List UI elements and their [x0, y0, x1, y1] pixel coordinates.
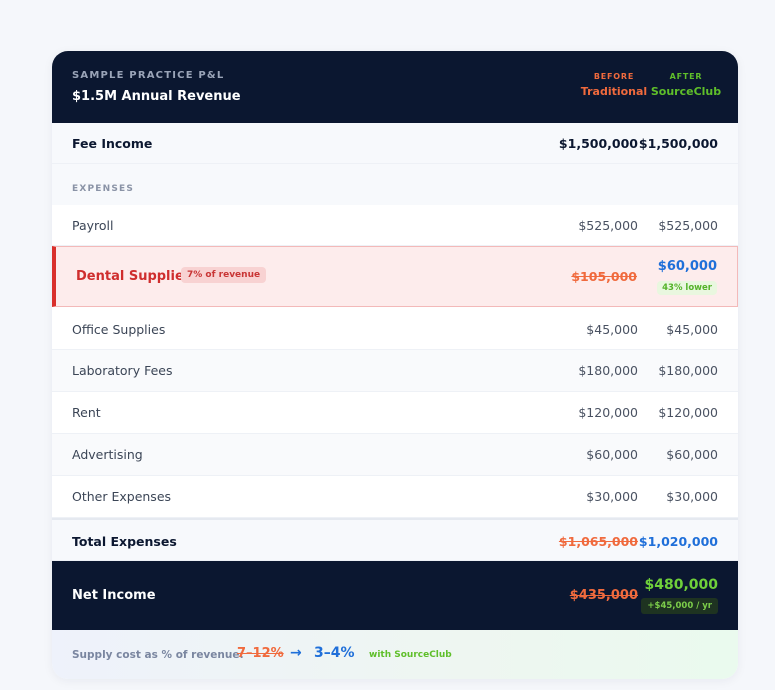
net-income-row: Net Income $435,000 $480,000 +$45,000 / …: [52, 561, 738, 630]
total-label: Total Expenses: [72, 534, 177, 549]
arrow-right-icon: →: [290, 645, 302, 661]
net-after: $480,000: [644, 577, 718, 593]
fee-income-after: $1,500,000: [638, 136, 718, 151]
dental-supplies-row: Dental Supplies 7% of revenue $105,000 $…: [52, 246, 738, 307]
expense-before: $45,000: [586, 322, 638, 337]
expense-before: $120,000: [578, 405, 638, 420]
net-gain-badge: +$45,000 / yr: [641, 598, 718, 614]
column-header-before: BEFORE Traditional: [574, 72, 654, 98]
expense-label: Laboratory Fees: [72, 363, 173, 378]
pnl-card: SAMPLE PRACTICE P&L $1.5M Annual Revenue…: [52, 51, 738, 679]
expense-after: $60,000: [666, 447, 718, 462]
expense-after: $45,000: [666, 322, 718, 337]
expense-row-payroll: Payroll $525,000 $525,000: [52, 205, 738, 246]
total-before: $1,065,000: [558, 534, 638, 549]
expense-label: Payroll: [72, 218, 114, 233]
expense-label: Other Expenses: [72, 489, 172, 504]
pnl-header: SAMPLE PRACTICE P&L $1.5M Annual Revenue…: [52, 51, 738, 123]
supply-cost-footer: Supply cost as % of revenue: 7–12% → 3–4…: [52, 630, 738, 679]
fee-income-label: Fee Income: [72, 136, 153, 151]
expense-row-advertising: Advertising $60,000 $60,000: [52, 434, 738, 476]
expense-label: Office Supplies: [72, 322, 166, 337]
header-title: $1.5M Annual Revenue: [72, 89, 241, 104]
expense-after: $180,000: [658, 363, 718, 378]
expenses-section-label: EXPENSES: [72, 184, 135, 194]
dental-before: $105,000: [571, 269, 637, 284]
before-value: Traditional: [580, 85, 648, 98]
column-header-after: AFTER SourceClub: [646, 72, 726, 98]
before-key: BEFORE: [593, 72, 635, 81]
expense-row-laboratory-fees: Laboratory Fees $180,000 $180,000: [52, 350, 738, 392]
expense-before: $60,000: [586, 447, 638, 462]
dental-after: $60,000: [657, 259, 717, 274]
expense-label: Advertising: [72, 447, 143, 462]
revenue-share-badge: 7% of revenue: [181, 267, 267, 283]
expense-before: $525,000: [578, 218, 638, 233]
footer-with-label: with SourceClub: [369, 650, 452, 660]
expense-after: $120,000: [658, 405, 718, 420]
net-before: $435,000: [569, 588, 638, 603]
savings-badge: 43% lower: [657, 281, 717, 295]
after-value: SourceClub: [650, 85, 722, 98]
expense-row-office-supplies: Office Supplies $45,000 $45,000: [52, 308, 738, 350]
footer-new-range: 3–4%: [314, 645, 355, 661]
footer-old-range: 7–12%: [237, 646, 284, 661]
expenses-section-bg: [52, 164, 738, 205]
expense-before: $30,000: [586, 489, 638, 504]
after-key: AFTER: [669, 72, 703, 81]
expense-before: $180,000: [578, 363, 638, 378]
expense-label: Rent: [72, 405, 101, 420]
expense-row-rent: Rent $120,000 $120,000: [52, 392, 738, 434]
net-label: Net Income: [72, 588, 156, 603]
total-expenses-row: Total Expenses $1,065,000 $1,020,000: [52, 518, 738, 561]
expense-after: $525,000: [658, 218, 718, 233]
dental-label: Dental Supplies: [76, 269, 192, 284]
header-eyebrow: SAMPLE PRACTICE P&L: [72, 70, 225, 81]
expense-after: $30,000: [666, 489, 718, 504]
fee-income-before: $1,500,000: [558, 136, 638, 151]
fee-income-row: Fee Income $1,500,000 $1,500,000: [52, 123, 738, 164]
total-after: $1,020,000: [638, 534, 718, 549]
footer-label: Supply cost as % of revenue:: [72, 649, 244, 661]
expense-row-other-expenses: Other Expenses $30,000 $30,000: [52, 476, 738, 518]
